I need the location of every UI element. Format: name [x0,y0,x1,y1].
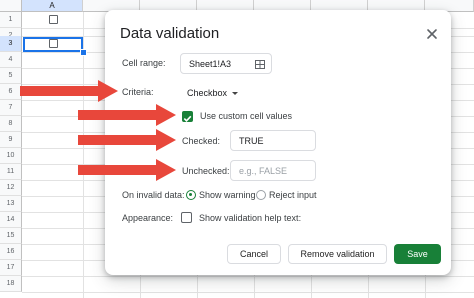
row-header[interactable]: 4 [0,52,22,68]
help-text-checkbox[interactable] [181,212,192,223]
row-header[interactable]: 8 [0,116,22,132]
row-header[interactable]: 5 [0,68,22,84]
row-header[interactable]: 7 [0,100,22,116]
row-header[interactable]: 15 [0,228,22,244]
show-warning-label: Show warning [199,190,256,200]
row-header[interactable]: 16 [0,244,22,260]
row-header-selected[interactable]: 3 [0,36,22,52]
select-all-corner[interactable] [0,0,22,12]
criteria-value: Checkbox [187,88,228,98]
remove-validation-button[interactable]: Remove validation [288,244,387,264]
row-header[interactable]: 14 [0,212,22,228]
appearance-label: Appearance: [122,213,174,223]
row-header[interactable]: 18 [0,276,22,292]
checked-label: Checked: [182,136,221,146]
help-text-label: Show validation help text: [199,213,302,223]
unchecked-value-input[interactable]: e.g., FALSE [230,160,316,181]
selected-cell-a3[interactable] [23,37,83,52]
grid-line [22,292,474,293]
grid-line [22,276,474,277]
row-header[interactable]: 13 [0,196,22,212]
fill-handle[interactable] [80,49,87,56]
column-header-a[interactable]: A [22,0,83,12]
cell-a1-checkbox[interactable] [49,15,58,24]
row-header[interactable]: 11 [0,164,22,180]
cell-range-field[interactable]: Sheet1!A3 [180,53,272,74]
checkmark-icon [183,115,192,122]
criteria-dropdown[interactable]: Checkbox [181,82,239,104]
data-validation-dialog: Data validation Cell range: Sheet1!A3 Cr… [105,10,451,275]
custom-values-checkbox[interactable] [182,111,193,122]
row-header[interactable]: 12 [0,180,22,196]
cell-range-label: Cell range: [122,58,166,68]
cancel-button[interactable]: Cancel [227,244,281,264]
grid-select-icon[interactable] [255,60,265,69]
checked-value-input[interactable]: TRUE [230,130,316,151]
unchecked-label: Unchecked: [182,166,230,176]
reject-input-radio[interactable] [256,190,266,200]
dialog-title: Data validation [120,25,220,42]
row-header[interactable]: 10 [0,148,22,164]
show-warning-radio[interactable] [186,190,196,200]
row-header[interactable]: 9 [0,132,22,148]
reject-input-label: Reject input [269,190,317,200]
save-button[interactable]: Save [394,244,441,264]
cell-range-value: Sheet1!A3 [189,58,232,69]
invalid-data-label: On invalid data: [122,190,185,200]
row-header[interactable]: 6 [0,84,22,100]
chevron-down-icon [232,91,239,95]
row-header[interactable]: 1 [0,12,22,28]
row-header[interactable]: 17 [0,260,22,276]
custom-values-label: Use custom cell values [200,111,293,121]
close-icon[interactable] [425,27,439,41]
criteria-label: Criteria: [122,87,154,97]
